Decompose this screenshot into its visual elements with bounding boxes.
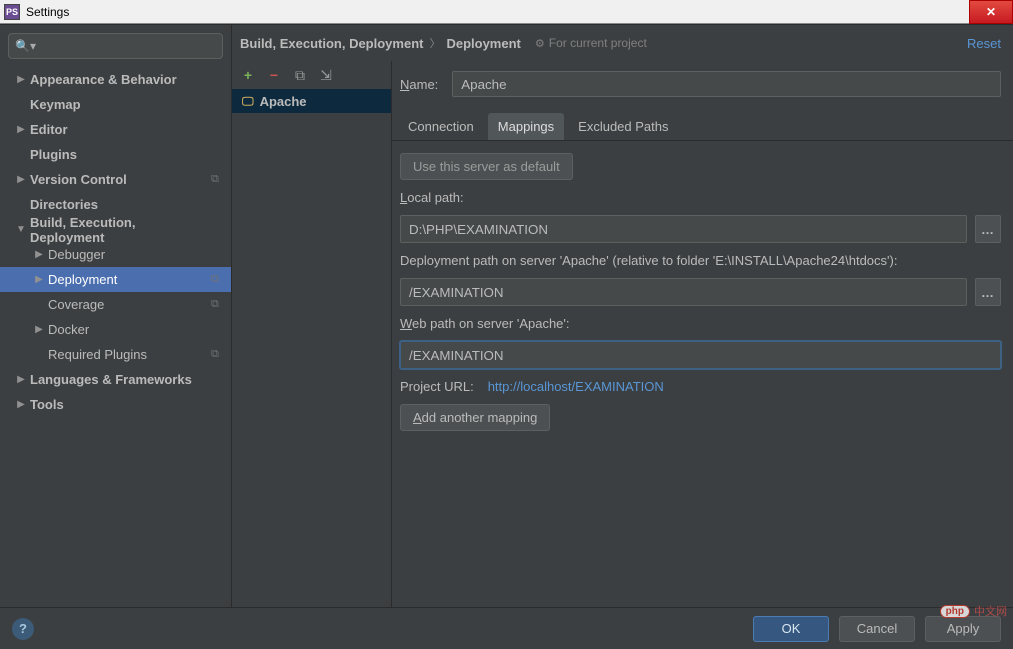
name-input[interactable] <box>452 71 1001 97</box>
project-url-label: Project URL: <box>400 379 474 394</box>
sidebar-item-label: Tools <box>28 397 211 412</box>
sidebar-item-languages-frameworks[interactable]: Languages & Frameworks <box>0 367 231 392</box>
project-scope-icon: ⧉ <box>211 298 225 311</box>
use-as-default-button[interactable]: Use this server as default <box>400 153 573 180</box>
apply-button[interactable]: Apply <box>925 616 1001 642</box>
local-path-label: Local path: <box>400 190 1001 205</box>
sidebar-item-label: Directories <box>28 197 211 212</box>
dialog-footer: ? OK Cancel Apply <box>0 607 1013 649</box>
reset-link[interactable]: Reset <box>967 36 1001 51</box>
deployment-form: Name: Connection Mappings Excluded Paths… <box>392 61 1013 624</box>
close-icon: ✕ <box>986 5 996 19</box>
app-icon: PS <box>4 4 20 20</box>
tab-mappings[interactable]: Mappings <box>488 113 564 140</box>
local-path-browse-button[interactable]: … <box>975 215 1001 243</box>
web-path-input[interactable] <box>400 341 1001 369</box>
watermark-badge: php <box>940 605 970 618</box>
sidebar-item-docker[interactable]: Docker <box>0 317 231 342</box>
sidebar-item-label: Required Plugins <box>46 347 211 362</box>
watermark-text: 中文网 <box>974 603 1007 619</box>
sidebar-item-build-execution-deployment[interactable]: Build, Execution, Deployment <box>0 217 231 242</box>
ok-button[interactable]: OK <box>753 616 829 642</box>
project-url-link[interactable]: http://localhost/EXAMINATION <box>488 379 664 394</box>
sidebar-item-label: Appearance & Behavior <box>28 72 211 87</box>
chevron-right-icon <box>14 399 28 410</box>
sidebar-item-label: Editor <box>28 122 211 137</box>
server-item-apache[interactable]: 🖵 Apache <box>232 89 391 113</box>
chevron-right-icon: 〉 <box>429 35 440 51</box>
sidebar-item-label: Languages & Frameworks <box>28 372 211 387</box>
tabs: Connection Mappings Excluded Paths <box>392 107 1013 141</box>
add-server-button[interactable]: + <box>238 65 258 85</box>
sidebar-item-label: Build, Execution, Deployment <box>28 215 211 245</box>
deployment-path-label: Deployment path on server 'Apache' (rela… <box>400 253 1001 268</box>
local-path-input[interactable] <box>400 215 967 243</box>
scope-label: For current project <box>549 36 647 50</box>
sidebar-item-label: Plugins <box>28 147 211 162</box>
search-input[interactable]: 🔍▾ <box>8 33 223 59</box>
project-scope-icon: ⧉ <box>211 173 225 186</box>
chevron-right-icon <box>32 249 46 260</box>
sidebar-item-label: Keymap <box>28 97 211 112</box>
sidebar-item-version-control[interactable]: Version Control⧉ <box>0 167 231 192</box>
chevron-right-icon <box>14 174 28 185</box>
help-button[interactable]: ? <box>12 618 34 640</box>
project-scope-icon: ⧉ <box>211 273 225 286</box>
gear-icon: ⚙ <box>535 37 545 50</box>
servers-list[interactable]: 🖵 Apache <box>232 89 391 624</box>
sidebar-item-label: Version Control <box>28 172 211 187</box>
breadcrumb-bar: Build, Execution, Deployment 〉 Deploymen… <box>232 25 1013 61</box>
window-close-button[interactable]: ✕ <box>969 0 1013 24</box>
sidebar-item-label: Debugger <box>46 247 211 262</box>
add-mapping-button[interactable]: Add another mapping <box>400 404 550 431</box>
sidebar-item-deployment[interactable]: Deployment⧉ <box>0 267 231 292</box>
sidebar-item-appearance-behavior[interactable]: Appearance & Behavior <box>0 67 231 92</box>
breadcrumb-part-1[interactable]: Build, Execution, Deployment <box>240 36 423 51</box>
remove-server-button[interactable]: − <box>264 65 284 85</box>
window-titlebar: PS Settings ✕ <box>0 0 1013 24</box>
settings-sidebar: 🔍▾ Appearance & Behavior Keymap Editor Plug… <box>0 25 232 624</box>
settings-tree[interactable]: Appearance & Behavior Keymap Editor Plugins… <box>0 67 231 624</box>
project-scope-icon: ⧉ <box>211 348 225 361</box>
chevron-down-icon <box>14 224 28 235</box>
name-label: Name: <box>400 77 438 92</box>
sidebar-item-required-plugins[interactable]: Required Plugins⧉ <box>0 342 231 367</box>
web-path-label: Web path on server 'Apache': <box>400 316 1001 331</box>
server-item-label: Apache <box>260 94 307 109</box>
chevron-right-icon <box>14 374 28 385</box>
sidebar-item-directories[interactable]: Directories <box>0 192 231 217</box>
window-title: Settings <box>26 5 69 19</box>
cancel-button[interactable]: Cancel <box>839 616 915 642</box>
sidebar-item-editor[interactable]: Editor <box>0 117 231 142</box>
chevron-right-icon <box>14 74 28 85</box>
copy-server-button[interactable]: ⧉ <box>290 65 310 85</box>
tab-connection[interactable]: Connection <box>398 113 484 140</box>
breadcrumb-part-2[interactable]: Deployment <box>446 36 520 51</box>
servers-toolbar: + − ⧉ ⇲ <box>232 61 391 89</box>
sidebar-item-keymap[interactable]: Keymap <box>0 92 231 117</box>
sidebar-item-plugins[interactable]: Plugins <box>0 142 231 167</box>
chevron-right-icon <box>32 324 46 335</box>
sidebar-item-debugger[interactable]: Debugger <box>0 242 231 267</box>
sidebar-item-coverage[interactable]: Coverage⧉ <box>0 292 231 317</box>
search-icon: 🔍▾ <box>15 39 36 53</box>
export-server-button[interactable]: ⇲ <box>316 65 336 85</box>
sidebar-item-tools[interactable]: Tools <box>0 392 231 417</box>
servers-panel: + − ⧉ ⇲ 🖵 Apache <box>232 61 392 624</box>
server-icon: 🖵 <box>242 94 254 109</box>
chevron-right-icon <box>32 274 46 285</box>
sidebar-item-label: Coverage <box>46 297 211 312</box>
sidebar-item-label: Deployment <box>46 272 211 287</box>
deployment-path-browse-button[interactable]: … <box>975 278 1001 306</box>
watermark: php 中文网 <box>940 603 1007 619</box>
sidebar-item-label: Docker <box>46 322 211 337</box>
deployment-path-input[interactable] <box>400 278 967 306</box>
tab-excluded[interactable]: Excluded Paths <box>568 113 678 140</box>
chevron-right-icon <box>14 124 28 135</box>
